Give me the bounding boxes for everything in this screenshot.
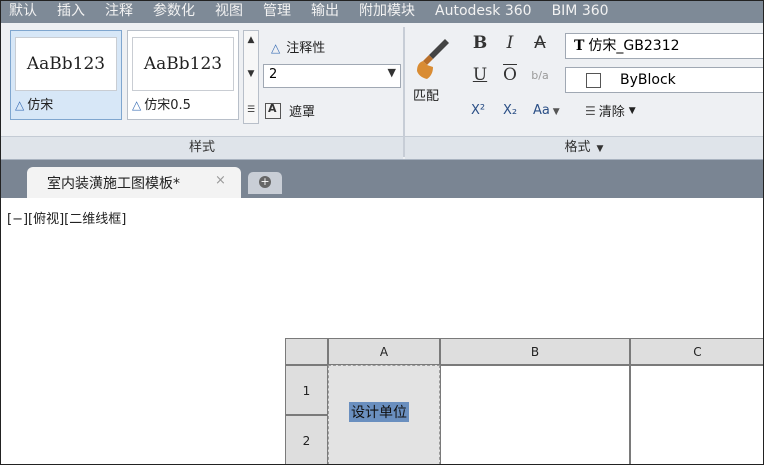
strikethrough-button[interactable]: A: [529, 33, 551, 53]
merged-cell-a1-a2[interactable]: 设计单位: [328, 365, 440, 464]
column-header-b[interactable]: B: [440, 338, 630, 365]
ribbon-tab-insert[interactable]: 插入: [47, 1, 95, 23]
document-tab[interactable]: 室内装潢施工图模板* ×: [27, 167, 241, 198]
chevron-down-icon: ▼: [596, 144, 604, 154]
expand-gallery-icon[interactable]: ☰: [244, 105, 258, 115]
ribbon-tab-default[interactable]: 默认: [1, 1, 47, 23]
font-value: 仿宋_GB2312: [588, 38, 680, 54]
format-panel-title-label: 格式: [564, 140, 591, 155]
style-gallery-scroller[interactable]: ▲ ▼ ☰: [243, 30, 259, 124]
chevron-down-icon: ▼: [628, 105, 636, 116]
clear-formatting-button[interactable]: ☰ 清除 ▼: [585, 101, 636, 121]
text-style-swatch-fangsong[interactable]: AaBb123 △ 仿宋: [10, 30, 122, 120]
mask-button[interactable]: 遮罩: [265, 101, 315, 120]
annotative-icon: △: [271, 41, 281, 55]
drawing-canvas[interactable]: [−][俯视][二维线框] A B C 1 2 设计单位: [1, 198, 763, 464]
swatch-name-label: 仿宋0.5: [144, 98, 191, 113]
bold-button[interactable]: B: [469, 33, 491, 53]
column-header-c[interactable]: C: [630, 338, 763, 365]
mask-label: 遮罩: [289, 105, 316, 120]
style-panel-title[interactable]: 样式: [1, 136, 403, 159]
swatch-name: △ 仿宋: [15, 94, 53, 113]
superscript-button[interactable]: X²: [471, 103, 485, 118]
text-style-swatch-fangsong05[interactable]: AaBb123 △ 仿宋0.5: [127, 30, 239, 120]
stack-button[interactable]: b/a: [529, 69, 551, 82]
new-tab-button[interactable]: +: [248, 172, 282, 194]
underline-button[interactable]: U: [469, 65, 491, 85]
format-panel-title[interactable]: 格式 ▼: [405, 136, 763, 159]
ribbon-tab-addins[interactable]: 附加模块: [349, 1, 425, 23]
swatch-sample: AaBb123: [15, 37, 117, 91]
ribbon: AaBb123 △ 仿宋 AaBb123 △ 仿宋0.5 ▲ ▼ ☰ △ 注释性 2: [1, 23, 763, 160]
plus-icon: +: [259, 175, 271, 188]
ribbon-tab-output[interactable]: 输出: [301, 1, 349, 23]
ribbon-tab-manage[interactable]: 管理: [253, 1, 301, 23]
format-panel: 匹配 B I A U O b/a X² X₂ Aa ▼ T 仿宋_GB2312 B…: [405, 23, 763, 159]
close-icon[interactable]: ×: [215, 173, 226, 188]
ribbon-tab-bar: 默认 插入 注释 参数化 视图 管理 输出 附加模块 Autodesk 360 …: [1, 1, 763, 23]
chevron-down-icon[interactable]: ▼: [388, 66, 396, 79]
annotative-toggle[interactable]: △ 注释性: [271, 37, 325, 56]
column-header-a[interactable]: A: [328, 338, 440, 365]
annotative-label: 注释性: [286, 41, 326, 56]
match-label[interactable]: 匹配: [413, 85, 439, 104]
ribbon-tab-bim360[interactable]: BIM 360: [542, 1, 619, 23]
ribbon-tab-parametric[interactable]: 参数化: [143, 1, 205, 23]
font-combo[interactable]: T 仿宋_GB2312: [565, 33, 763, 59]
text-height-combo[interactable]: 2 ▼: [263, 64, 401, 88]
clear-label: 清除: [598, 105, 625, 120]
document-tab-title: 室内装潢施工图模板*: [47, 176, 180, 192]
change-case-button[interactable]: Aa ▼: [533, 103, 560, 118]
style-panel: AaBb123 △ 仿宋 AaBb123 △ 仿宋0.5 ▲ ▼ ☰ △ 注释性 2: [1, 23, 403, 159]
annotative-icon: △: [132, 98, 142, 112]
swatch-sample: AaBb123: [132, 37, 234, 91]
color-swatch: [586, 73, 601, 88]
autocad-window: 默认 插入 注释 参数化 视图 管理 输出 附加模块 Autodesk 360 …: [0, 0, 764, 465]
color-combo[interactable]: ByBlock: [565, 67, 763, 93]
ribbon-tab-autodesk360[interactable]: Autodesk 360: [425, 1, 542, 23]
italic-button[interactable]: I: [499, 33, 521, 53]
mask-icon: [265, 102, 281, 119]
truetype-font-icon: T: [574, 38, 585, 54]
chevron-down-icon: ▼: [549, 107, 560, 117]
match-properties-brush-icon[interactable]: [415, 37, 451, 81]
row-header-2[interactable]: 2: [285, 415, 328, 464]
subscript-button[interactable]: X₂: [503, 103, 517, 118]
viewport-controls[interactable]: [−][俯视][二维线框]: [7, 208, 126, 227]
row-header-1[interactable]: 1: [285, 365, 328, 415]
table-editor[interactable]: A B C 1 2 设计单位: [285, 338, 763, 464]
text-height-value: 2: [269, 67, 278, 82]
swatch-name-label: 仿宋: [27, 98, 54, 113]
ribbon-tab-view[interactable]: 视图: [205, 1, 253, 23]
overline-button[interactable]: O: [499, 65, 521, 85]
table-cell-c[interactable]: [630, 365, 763, 464]
table-cell-b[interactable]: [440, 365, 630, 464]
clear-format-icon: ☰: [585, 103, 596, 118]
change-case-label: Aa: [533, 103, 550, 118]
merged-cell-text[interactable]: 设计单位: [349, 402, 409, 422]
annotative-icon: △: [15, 98, 25, 112]
document-tab-strip: 室内装潢施工图模板* × +: [1, 160, 763, 198]
color-value: ByBlock: [620, 72, 676, 88]
swatch-name: △ 仿宋0.5: [132, 94, 191, 113]
scroll-up-icon[interactable]: ▲: [244, 35, 258, 45]
scroll-down-icon[interactable]: ▼: [244, 69, 258, 79]
ribbon-tab-annotate[interactable]: 注释: [95, 1, 143, 23]
table-corner-header[interactable]: [285, 338, 328, 365]
